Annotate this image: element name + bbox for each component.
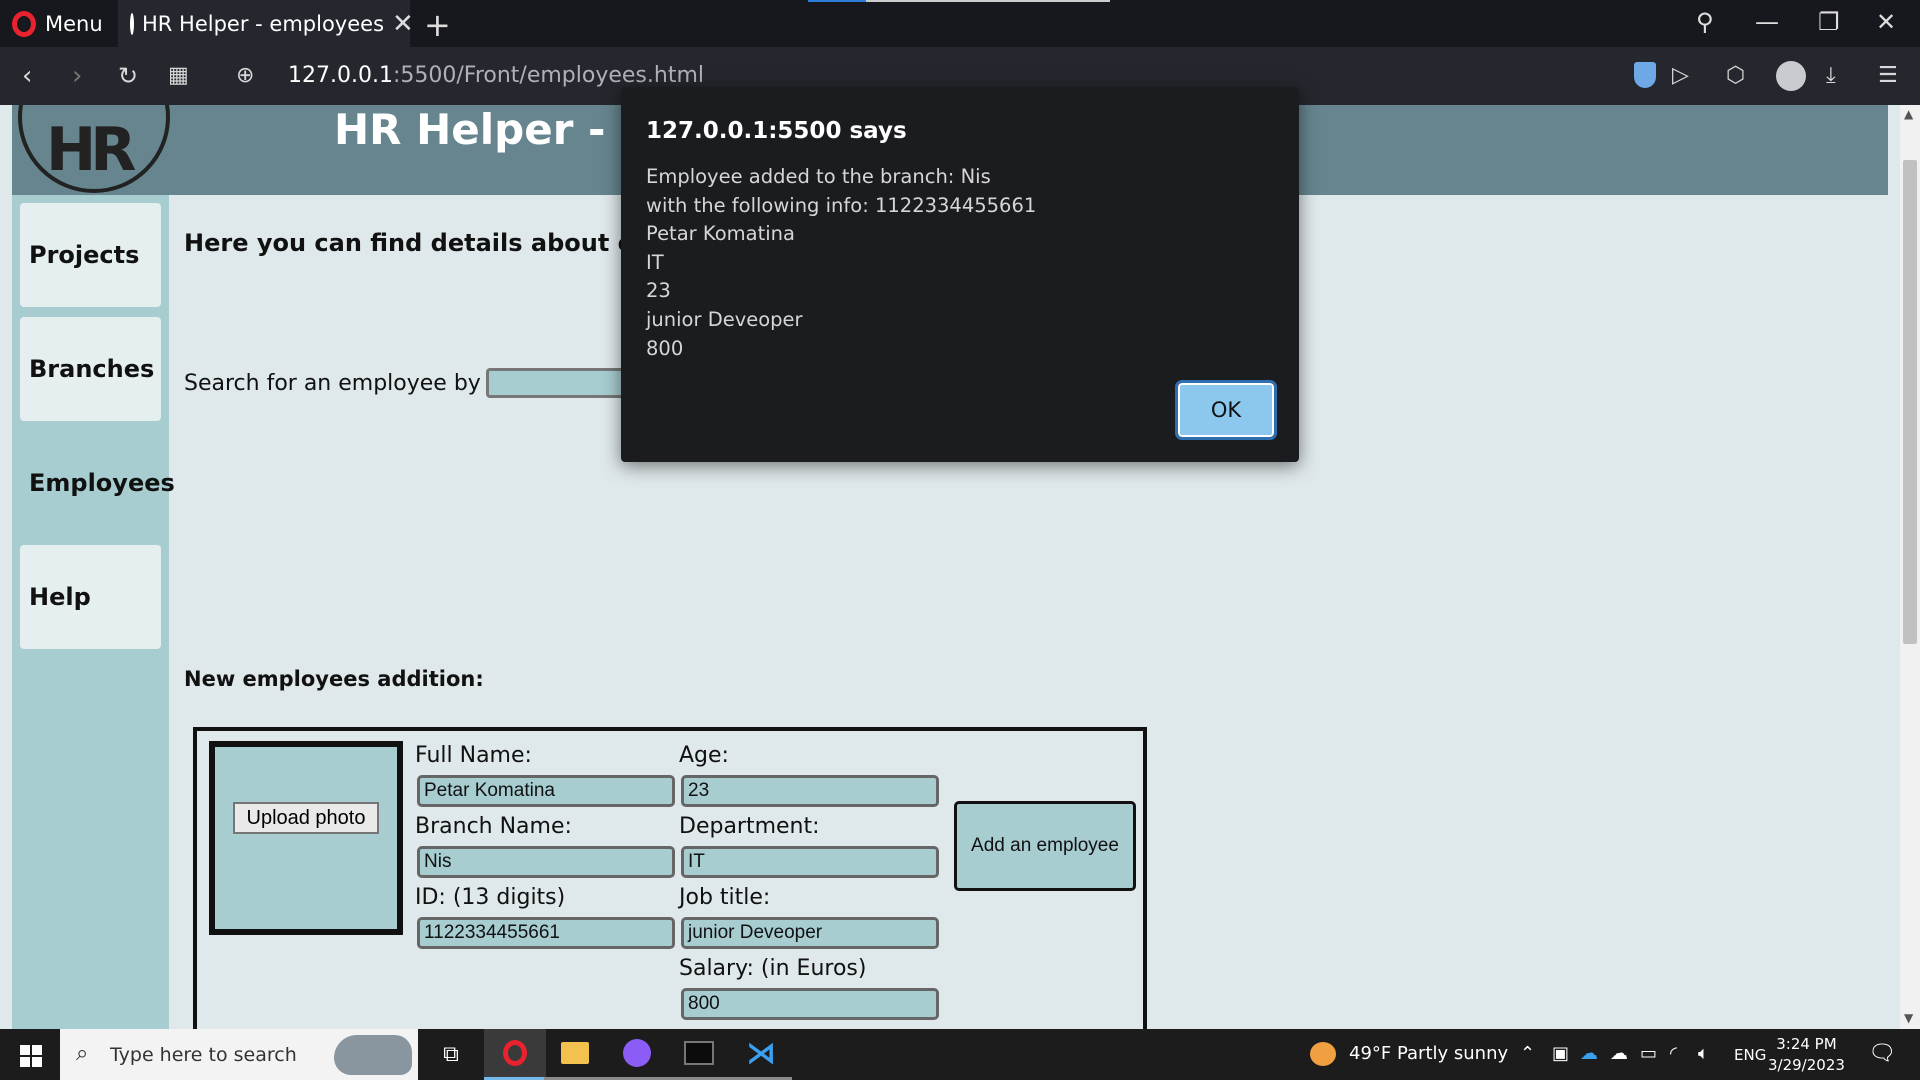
loading-progress-bar	[808, 0, 1110, 2]
id-field[interactable]: 1122334455661	[417, 917, 675, 949]
clock-time: 3:24 PM	[1776, 1035, 1837, 1053]
dialog-message: Employee added to the branch: Nis with t…	[646, 163, 1036, 363]
cloud-icon[interactable]: ☁	[1610, 1043, 1628, 1064]
back-icon[interactable]: ‹	[22, 61, 32, 91]
dialog-line: IT	[646, 250, 664, 274]
volume-icon[interactable]: 🔈︎	[1698, 1043, 1709, 1064]
reload-icon[interactable]: ↻	[118, 61, 138, 91]
notifications-icon[interactable]: 🗨︎	[1868, 1041, 1896, 1066]
scroll-up-icon[interactable]: ▲	[1904, 107, 1913, 121]
sidebar-item-projects[interactable]: Projects	[20, 203, 161, 307]
salary-field[interactable]: 800	[681, 988, 939, 1020]
dialog-line: 23	[646, 279, 671, 303]
dialog-line: junior Deveoper	[646, 307, 803, 331]
close-tab-icon[interactable]: ✕	[392, 9, 414, 39]
salary-label: Salary: (in Euros)	[679, 956, 867, 981]
minimize-icon[interactable]: —	[1755, 8, 1779, 36]
scrollbar-thumb[interactable]	[1903, 160, 1917, 644]
alert-dialog: 127.0.0.1:5500 says Employee added to th…	[621, 87, 1299, 462]
logo-text: HR	[46, 115, 136, 185]
department-label: Department:	[679, 814, 820, 839]
close-window-icon[interactable]: ✕	[1876, 8, 1896, 36]
battery-icon[interactable]: ▭	[1640, 1043, 1657, 1064]
tabs-grid-icon[interactable]: ▦	[168, 61, 189, 91]
download-icon[interactable]: ⤓	[1826, 61, 1836, 91]
sidebar-item-branches[interactable]: Branches	[20, 317, 161, 421]
box-icon[interactable]: ⬡	[1726, 61, 1745, 91]
taskbar-file-explorer-icon[interactable]	[544, 1029, 606, 1080]
opera-menu-button[interactable]: Menu	[12, 9, 103, 39]
search-highlight-image	[334, 1035, 412, 1075]
restore-icon[interactable]: ❐	[1818, 8, 1840, 36]
shield-icon[interactable]	[1634, 62, 1656, 88]
sidebar-item-help[interactable]: Help	[20, 545, 161, 649]
add-employee-button[interactable]: Add an employee	[954, 801, 1136, 891]
branch-name-field[interactable]: Nis	[417, 846, 675, 878]
taskbar-vscode-icon[interactable]: ⋊	[730, 1029, 792, 1080]
department-field[interactable]: IT	[681, 846, 939, 878]
dialog-line: with the following info: 1122334455661	[646, 193, 1037, 217]
full-name-field[interactable]: Petar Komatina	[417, 775, 675, 807]
taskbar-opera-icon[interactable]	[484, 1029, 546, 1080]
url-host: 127.0.0.1	[288, 63, 393, 88]
photo-box: Upload photo	[209, 741, 403, 935]
taskbar-terminal-icon[interactable]	[668, 1029, 730, 1080]
forward-icon[interactable]: ›	[72, 61, 82, 91]
job-title-field[interactable]: junior Deveoper	[681, 917, 939, 949]
dialog-line: Employee added to the branch: Nis	[646, 165, 991, 188]
taskbar-search-placeholder: Type here to search	[110, 1043, 297, 1066]
globe-icon	[130, 12, 134, 35]
weather-text[interactable]: 49°F Partly sunny	[1349, 1043, 1508, 1064]
url-path: :5500/Front/employees.html	[392, 63, 704, 88]
profile-avatar[interactable]	[1776, 61, 1806, 91]
dialog-line: 800	[646, 336, 684, 360]
language-indicator[interactable]: ENG	[1734, 1046, 1766, 1064]
task-view-icon[interactable]: ⧉	[420, 1029, 482, 1080]
tab-title: HR Helper - employees	[142, 11, 385, 36]
page-scrollbar[interactable]: ▲ ▼	[1900, 105, 1920, 1029]
age-field[interactable]: 23	[681, 775, 939, 807]
age-label: Age:	[679, 743, 729, 768]
meet-now-icon[interactable]: ▣	[1552, 1043, 1569, 1064]
new-employee-form: Upload photo Full Name: Petar Komatina A…	[193, 727, 1147, 1029]
wifi-icon[interactable]: ◜	[1670, 1043, 1677, 1064]
ok-button[interactable]: OK	[1175, 380, 1277, 440]
job-title-label: Job title:	[679, 885, 771, 910]
dialog-line: Petar Komatina	[646, 222, 795, 246]
onedrive-icon[interactable]: ☁	[1580, 1043, 1598, 1064]
site-info-icon[interactable]: ⊕	[236, 61, 254, 91]
new-employee-title: New employees addition:	[184, 667, 484, 691]
full-name-label: Full Name:	[415, 743, 532, 768]
search-label: Search for an employee by Id:	[184, 371, 516, 396]
taskbar-github-desktop-icon[interactable]	[606, 1029, 668, 1080]
branch-name-label: Branch Name:	[415, 814, 572, 839]
weather-icon[interactable]	[1310, 1042, 1336, 1066]
clock-date: 3/29/2023	[1768, 1056, 1845, 1074]
opera-logo-icon	[12, 11, 36, 37]
upload-photo-button[interactable]: Upload photo	[233, 802, 379, 834]
sidebar-item-employees[interactable]: Employees	[20, 431, 175, 535]
search-icon: ⌕	[76, 1041, 89, 1066]
menu-label: Menu	[45, 12, 103, 36]
search-tabs-icon[interactable]: ⚲	[1696, 8, 1714, 36]
clock[interactable]: 3:24 PM 3/29/2023	[1768, 1034, 1845, 1076]
new-tab-button[interactable]: +	[424, 6, 451, 44]
dialog-title: 127.0.0.1:5500 says	[646, 118, 907, 144]
id-label: ID: (13 digits)	[415, 885, 566, 910]
address-bar[interactable]: 127.0.0.1:5500/Front/employees.html	[288, 63, 704, 88]
send-icon[interactable]: ▷	[1672, 61, 1689, 91]
easy-setup-icon[interactable]: ☰	[1878, 61, 1898, 91]
sidebar: Projects Branches Employees Help	[12, 195, 175, 1029]
show-hidden-icons-icon[interactable]: ⌃	[1520, 1043, 1535, 1064]
windows-start-icon[interactable]	[20, 1045, 42, 1067]
windows-taskbar: ⌕ Type here to search ⧉ ⋊ 49°F Partly su…	[0, 1029, 1920, 1080]
active-tab[interactable]: HR Helper - employees ✕	[118, 0, 414, 47]
browser-tabbar: Menu HR Helper - employees ✕ + ⚲ — ❐ ✕	[0, 0, 1920, 47]
scroll-down-icon[interactable]: ▼	[1904, 1011, 1913, 1025]
